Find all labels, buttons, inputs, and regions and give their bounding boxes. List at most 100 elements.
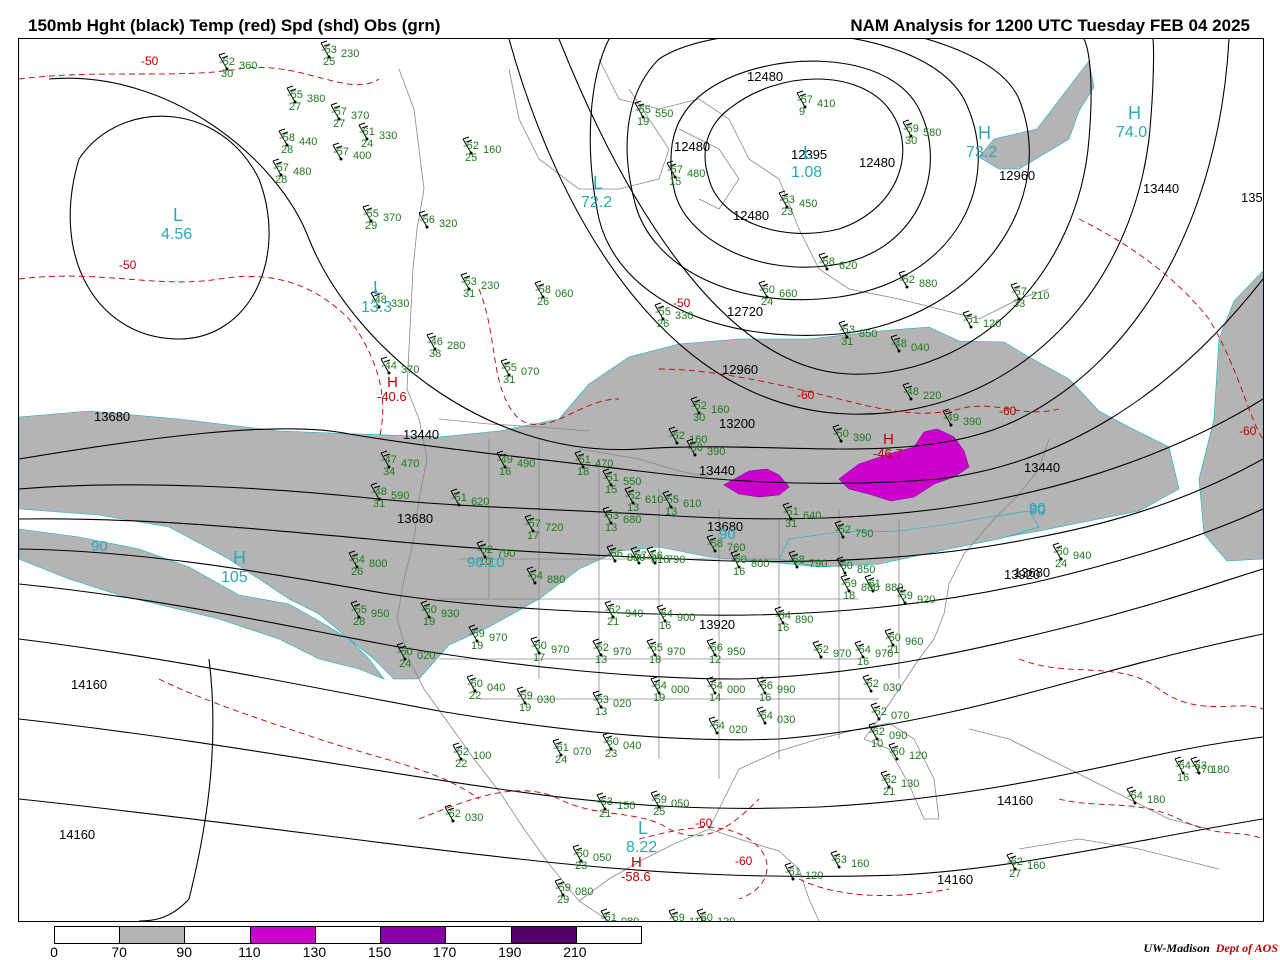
obs-dewpoint-depression: 24 (1055, 558, 1067, 570)
analysis-time-title: NAM Analysis for 1200 UTC Tuesday FEB 04… (850, 16, 1250, 35)
obs-temp: -47 (381, 454, 397, 466)
pressure-center: H74.0 (1116, 103, 1147, 141)
obs-temp: -57 (1011, 286, 1027, 298)
obs-height: 660 (779, 288, 797, 300)
obs-temp: -59 (897, 590, 913, 602)
obs-height: 480 (293, 166, 311, 178)
height-contour (138, 658, 214, 921)
height-contour-label: 14160 (59, 827, 95, 842)
obs-dewpoint-depression: 27 (1009, 868, 1021, 880)
obs-temp: -61 (601, 912, 617, 921)
temp-contour-label: -60 (695, 816, 713, 830)
height-contour-label: 13200 (719, 416, 755, 431)
obs-dewpoint-depression: 18 (843, 590, 855, 602)
legend-swatch (250, 927, 316, 943)
obs-height: 760 (727, 542, 745, 554)
obs-temp: -65 (647, 642, 663, 654)
obs-height: 370 (383, 212, 401, 224)
station-obs: -5325 230 (320, 40, 359, 68)
obs-height: 130 (901, 778, 919, 790)
obs-height: 970 (489, 632, 507, 644)
obs-height: 040 (911, 342, 929, 354)
obs-height: 020 (613, 698, 631, 710)
obs-dewpoint-depression: 25 (653, 806, 665, 818)
obs-temp: -62 (871, 706, 887, 718)
obs-height: 880 (861, 582, 879, 594)
obs-temp: -57 (333, 146, 349, 158)
temp-contour-label: -50 (119, 258, 137, 272)
obs-temp: -64 (1175, 760, 1191, 772)
obs-temp: -60 (889, 746, 905, 758)
station-obs: -64 020 (708, 716, 747, 736)
border-line (1018, 838, 1220, 870)
obs-temp: -66 (707, 642, 723, 654)
station-obs: -6213 970 (592, 638, 631, 666)
station-obs: -5925 050 (650, 790, 689, 818)
obs-dewpoint-depression: 25 (323, 56, 335, 68)
obs-temp: -58 (535, 284, 551, 296)
obs-height: 370 (351, 110, 369, 122)
station-obs: -6222 100 (452, 742, 491, 770)
obs-temp: -51 (451, 492, 467, 504)
obs-dewpoint-depression: 16 (759, 692, 771, 704)
obs-height: 470 (401, 458, 419, 470)
obs-height: 890 (795, 614, 813, 626)
obs-height: 590 (391, 490, 409, 502)
wind-speed-shading (19, 60, 1263, 680)
obs-temp: -58 (819, 256, 835, 268)
obs-dewpoint-depression: 31 (463, 288, 475, 300)
obs-height: 080 (621, 916, 639, 921)
obs-dewpoint-depression: 29 (365, 220, 377, 232)
height-contour-label: 13920 (699, 617, 735, 632)
weather-map: -52 30 360 -53 25 230 -55 27 380 -57 27 370 -58 28 440… (18, 38, 1264, 922)
obs-height: 330 (379, 130, 397, 142)
obs-temp: -59 (669, 912, 685, 921)
obs-dewpoint-depression: 30 (693, 412, 705, 424)
obs-temp: -49 (943, 412, 959, 424)
center-letter: H (978, 123, 991, 143)
obs-temp: -51 (963, 314, 979, 326)
obs-temp: -62 (593, 642, 609, 654)
obs-dewpoint-depression: 16 (1177, 772, 1189, 784)
height-contour-label: 12480 (747, 69, 783, 84)
obs-temp: -62 (463, 140, 479, 152)
obs-dewpoint-depression: 28 (353, 616, 365, 628)
speed-label: 90 (1029, 502, 1046, 519)
obs-dewpoint-depression: 27 (289, 101, 301, 113)
obs-temp: -59 (555, 882, 571, 894)
obs-temp: -64 (709, 720, 725, 732)
obs-dewpoint-depression: 15 (669, 176, 681, 188)
obs-temp: -63 (593, 694, 609, 706)
obs-height: 120 (717, 916, 735, 921)
obs-temp: -61 (785, 866, 801, 878)
obs-height: 490 (517, 458, 535, 470)
station-obs: -5531 070 (500, 358, 539, 386)
station-obs: -6024 940 (1052, 542, 1091, 570)
obs-temp: -62 (445, 808, 461, 820)
obs-height: 450 (799, 198, 817, 210)
obs-height: 990 (777, 684, 795, 696)
obs-temp: -59 (903, 123, 919, 135)
border-line (968, 728, 1210, 830)
obs-temp: -52 (835, 524, 851, 536)
legend-tick-label: 150 (367, 944, 392, 960)
obs-height: 020 (417, 650, 435, 662)
obs-dewpoint-depression: 28 (275, 174, 287, 186)
obs-height: 070 (573, 746, 591, 758)
temp-contour-label: -50 (141, 54, 159, 68)
obs-dewpoint-depression: 13 (665, 506, 677, 518)
legend-swatch (185, 927, 251, 943)
temp-contour-label: -60 (999, 404, 1017, 418)
obs-height: 370 (401, 364, 419, 376)
obs-height: 330 (675, 310, 693, 322)
station-obs: -6612 950 (706, 638, 745, 666)
warm-center-value: -40.6 (377, 389, 407, 404)
obs-height: 830 (627, 552, 645, 564)
obs-height: 070 (891, 710, 909, 722)
obs-height: 160 (711, 404, 729, 416)
obs-height: 800 (369, 558, 387, 570)
obs-temp: -60 (697, 912, 713, 921)
obs-height: 390 (707, 446, 725, 458)
obs-dewpoint-depression: 16 (777, 622, 789, 634)
obs-height: 940 (1073, 550, 1091, 562)
